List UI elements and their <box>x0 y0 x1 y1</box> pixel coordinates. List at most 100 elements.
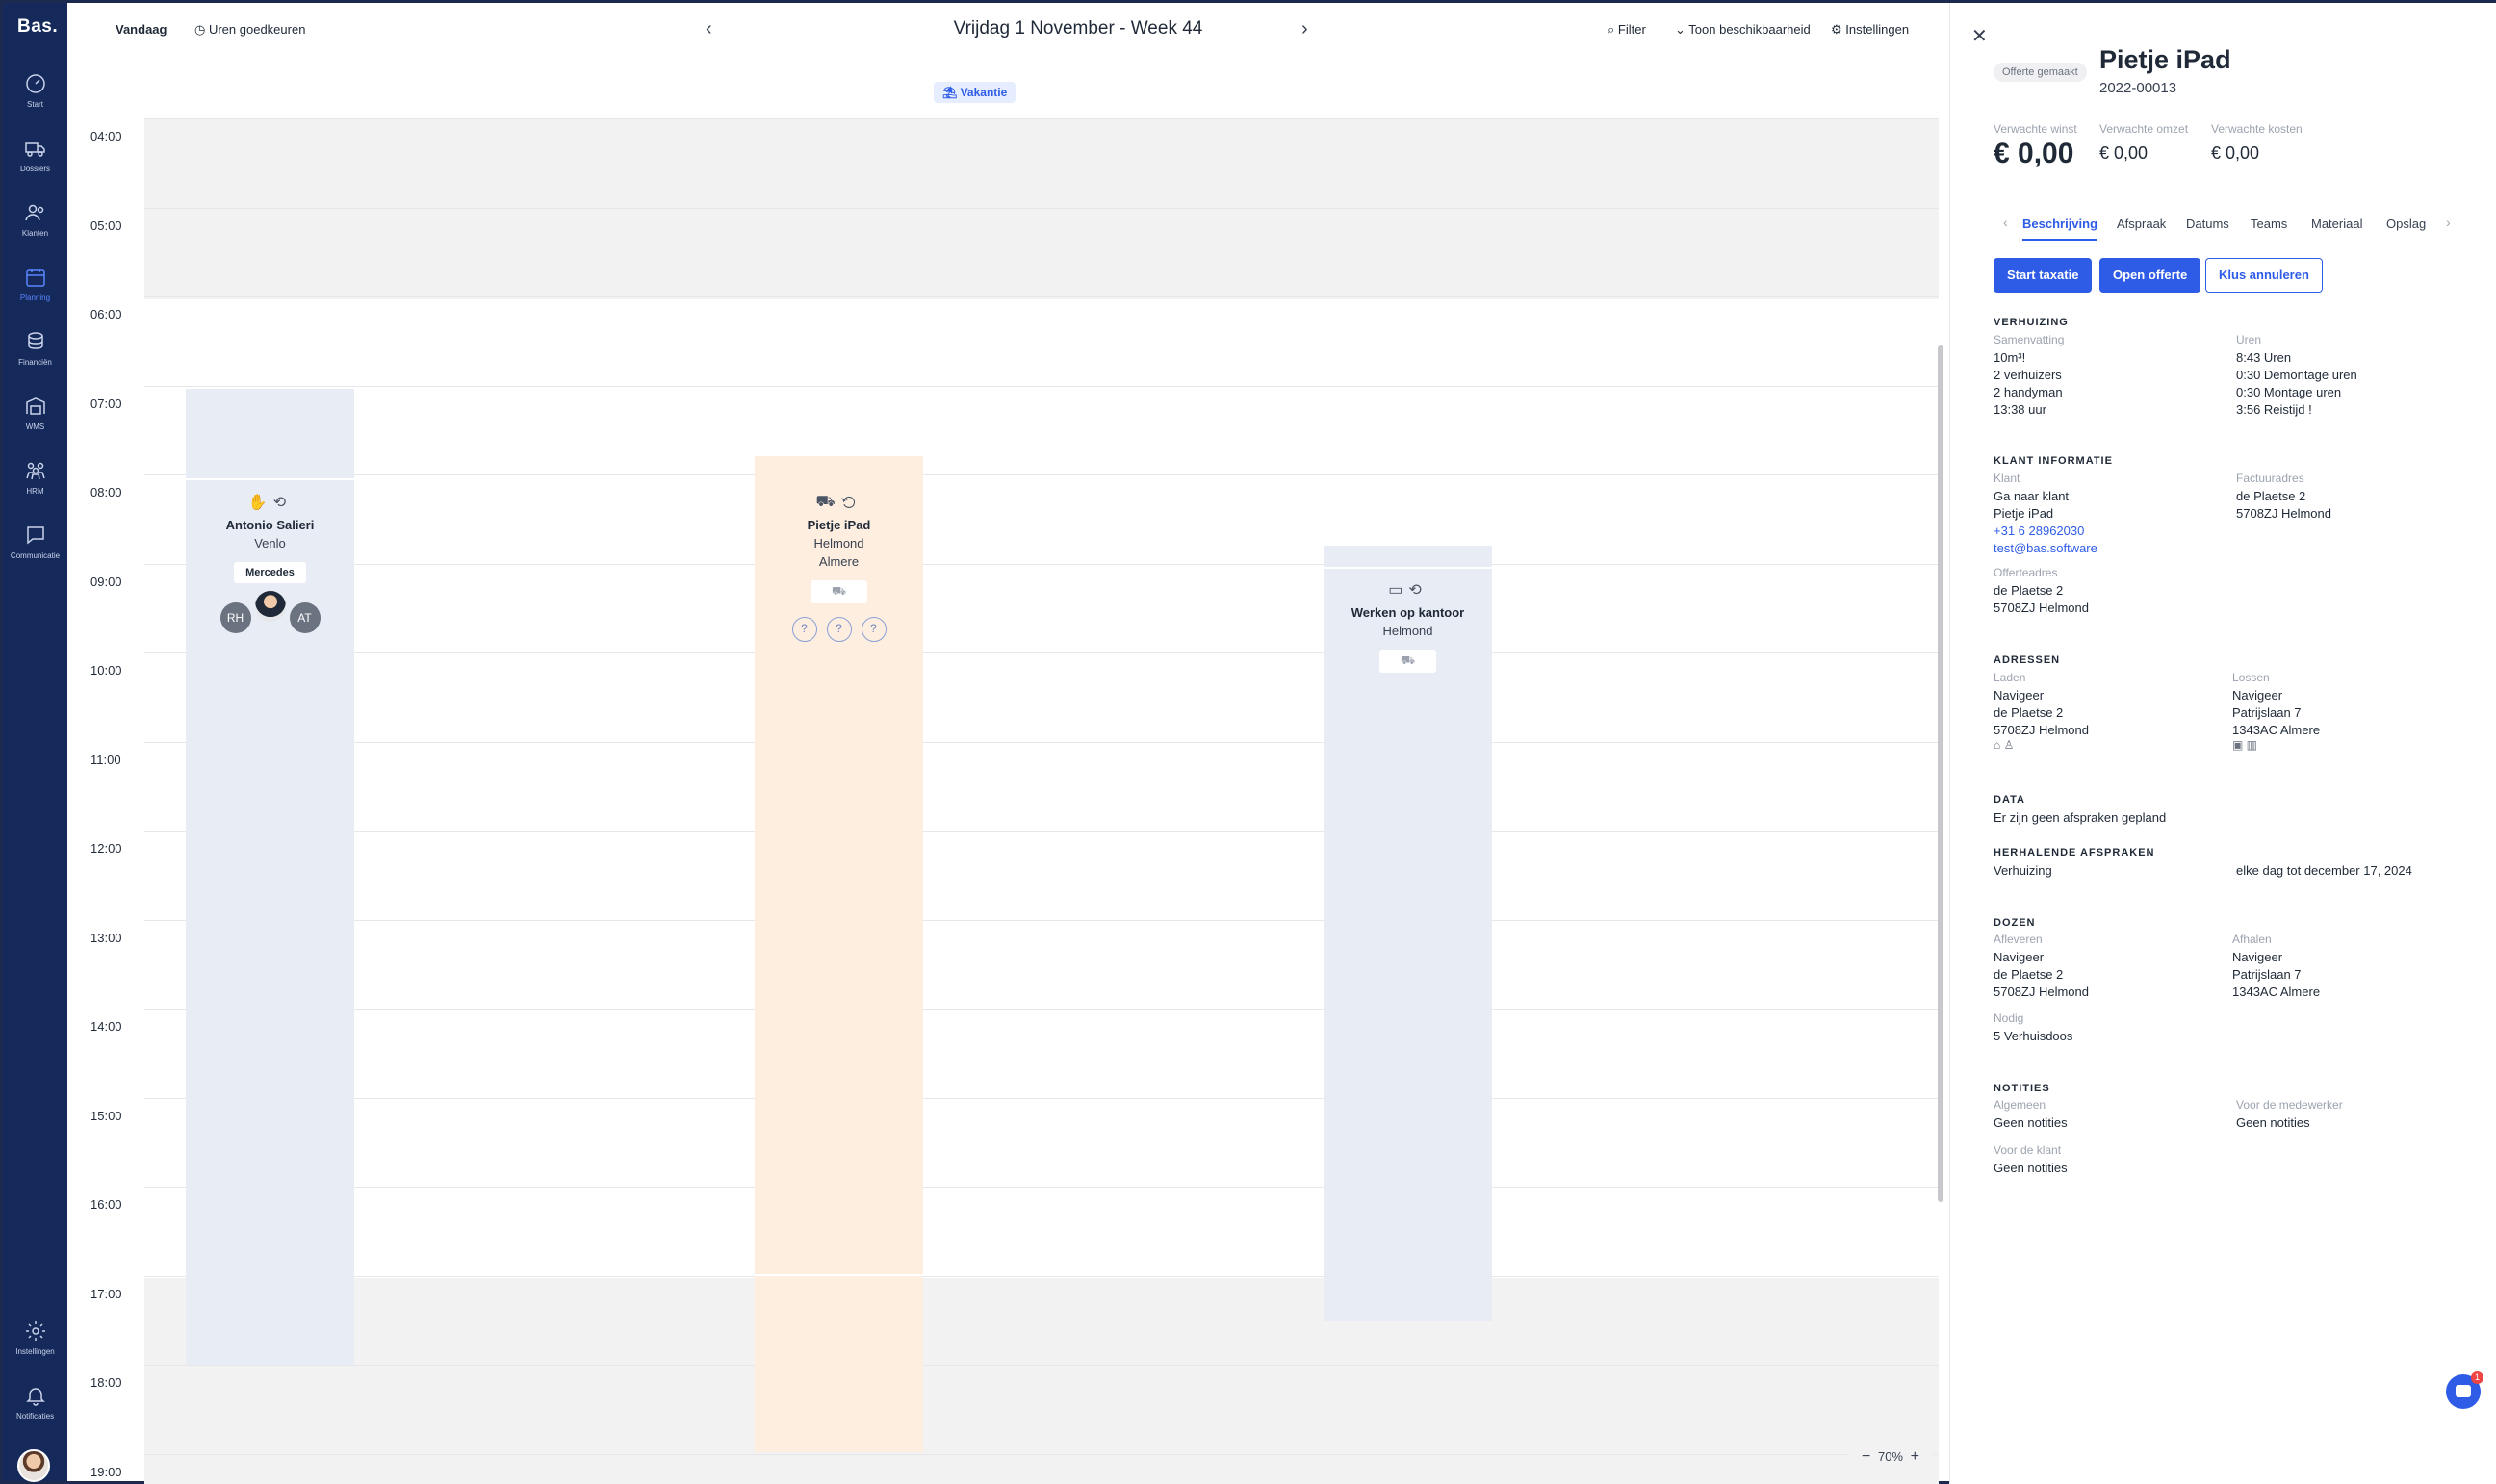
sidebar-item-communicatie[interactable]: Communicatie <box>3 524 67 577</box>
sidebar-item-financien[interactable]: Financiën <box>3 330 67 384</box>
zoom-control: − 70% + <box>1848 1443 1933 1471</box>
truck-icon <box>24 142 45 157</box>
hour-label: 06:00 <box>90 307 122 321</box>
start-taxatie-button[interactable]: Start taxatie <box>1994 258 2093 293</box>
section-title: DOZEN <box>1994 917 2036 929</box>
hour-label: 18:00 <box>90 1375 122 1390</box>
search-icon: ⌕ <box>1608 22 1618 37</box>
email-link[interactable]: test@bas.software <box>1994 540 2097 557</box>
sidebar: Bas. Start Dossiers Klanten Planning Fin… <box>3 3 67 1482</box>
availability-toggle[interactable]: ⌄ Toon beschikbaarheid <box>1675 22 1811 38</box>
open-offerte-button[interactable]: Open offerte <box>2099 258 2201 293</box>
sidebar-item-hrm[interactable]: HRM <box>3 459 67 513</box>
hour-gridline <box>144 652 1939 653</box>
user-avatar[interactable] <box>17 1449 50 1482</box>
settings-button[interactable]: ⚙ Instellingen <box>1831 22 1909 38</box>
avatar[interactable]: RH <box>219 602 251 633</box>
navigate-link[interactable]: Navigeer <box>1994 949 2044 966</box>
phone-link[interactable]: +31 6 28962030 <box>1994 523 2084 540</box>
klus-annuleren-button[interactable]: Klus annuleren <box>2205 258 2323 293</box>
warehouse-icon <box>25 397 45 415</box>
hour-gridline <box>144 1275 1939 1277</box>
tab-afspraak[interactable]: Afspraak <box>2117 217 2166 231</box>
hour-gridline <box>144 1009 1939 1010</box>
hour-label: 07:00 <box>90 396 122 411</box>
tab-opslag[interactable]: Opslag <box>2386 217 2426 231</box>
clock-icon: ◷ <box>194 22 209 37</box>
zoom-out-button[interactable]: − <box>1858 1448 1874 1465</box>
vehicle-slot[interactable]: ⛟ <box>810 580 868 603</box>
detail-panel: ✕ Offerte gemaakt Pietje iPad 2022-00013… <box>1949 3 2496 1484</box>
zoom-in-button[interactable]: + <box>1907 1448 1923 1465</box>
tab-datums[interactable]: Datums <box>2186 217 2229 231</box>
gauge-icon <box>25 74 45 93</box>
event-werken-op-kantoor[interactable]: ▭⟲ Werken op kantoor Helmond ⛟ <box>1324 546 1492 1321</box>
hour-label: 11:00 <box>90 752 121 767</box>
chevron-left-icon[interactable]: ‹ <box>2003 215 2008 230</box>
topbar: Vandaag ◷ Uren goedkeuren ‹ Vrijdag 1 No… <box>67 3 1949 57</box>
handshake-icon: ✋⟲ <box>247 495 293 511</box>
sidebar-item-wms[interactable]: WMS <box>3 395 67 448</box>
calendar-view: ⛱ Vakantie ✋⟲ Antonio Salieri Venlo Merc… <box>67 57 1949 1484</box>
hour-label: 09:00 <box>90 574 122 589</box>
hour-label: 10:00 <box>90 663 122 678</box>
goto-client-link[interactable]: Ga naar klant <box>1994 488 2069 505</box>
unassigned-person-icon[interactable]: ? <box>791 617 817 642</box>
tab-beschrijving[interactable]: Beschrijving <box>2022 217 2098 241</box>
truck-icon: ⛟⟲ <box>815 494 862 510</box>
close-icon[interactable]: ✕ <box>1971 24 1988 48</box>
section-title: VERHUIZING <box>1994 317 2069 328</box>
elevator-icon: ▣ ▥ <box>2232 738 2258 752</box>
unassigned-person-icon[interactable]: ? <box>826 617 852 642</box>
panel-title: Pietje iPad <box>2099 45 2231 74</box>
hour-label: 12:00 <box>90 841 122 856</box>
sidebar-item-start[interactable]: Start <box>3 72 67 126</box>
avatar[interactable]: AT <box>289 602 321 633</box>
calendar-grid[interactable] <box>144 118 1939 1484</box>
coins-icon <box>27 332 43 349</box>
scrollbar[interactable] <box>1938 345 1943 1202</box>
avatar[interactable] <box>254 591 286 622</box>
today-button[interactable]: Vandaag <box>116 22 167 37</box>
prev-day-button[interactable]: ‹ <box>706 18 712 40</box>
hour-gridline <box>144 1365 1939 1366</box>
sidebar-item-planning[interactable]: Planning <box>3 266 67 320</box>
event-antonio-salieri[interactable]: ✋⟲ Antonio Salieri Venlo Mercedes RH AT <box>186 389 354 1365</box>
sidebar-item-instellingen[interactable]: Instellingen <box>3 1319 67 1373</box>
tab-materiaal[interactable]: Materiaal <box>2311 217 2362 231</box>
hour-label: 17:00 <box>90 1286 122 1301</box>
next-day-button[interactable]: › <box>1301 18 1308 40</box>
hour-gridline <box>144 385 1939 387</box>
event-pietje-ipad[interactable]: ⛟⟲ Pietje iPad Helmond Almere ⛟ ??? <box>755 456 923 1452</box>
section-title: KLANT INFORMATIE <box>1994 455 2113 467</box>
hour-label: 13:00 <box>90 930 122 945</box>
users-icon <box>24 204 43 221</box>
hour-label: 16:00 <box>90 1197 122 1212</box>
hour-gridline <box>144 474 1939 475</box>
hour-gridline <box>144 741 1939 743</box>
navigate-link[interactable]: Navigeer <box>2232 687 2282 704</box>
chat-launcher-button[interactable]: 1 <box>2446 1371 2483 1409</box>
sidebar-item-notificaties[interactable]: Notificaties <box>3 1384 67 1438</box>
sidebar-item-dossiers[interactable]: Dossiers <box>3 137 67 191</box>
sidebar-item-klanten[interactable]: Klanten <box>3 201 67 255</box>
notification-badge: 1 <box>2471 1371 2483 1384</box>
hour-gridline <box>144 563 1939 565</box>
section-title: NOTITIES <box>1994 1083 2050 1094</box>
app-window: Bas. Start Dossiers Klanten Planning Fin… <box>0 0 2496 1484</box>
chevron-right-icon[interactable]: › <box>2446 215 2451 230</box>
hour-gridline <box>144 1187 1939 1188</box>
section-title: HERHALENDE AFSPRAKEN <box>1994 847 2155 858</box>
navigate-link[interactable]: Navigeer <box>1994 687 2044 704</box>
filter-button[interactable]: ⌕ Filter <box>1608 22 1646 38</box>
vacation-badge[interactable]: ⛱ Vakantie <box>934 82 1016 103</box>
tab-teams[interactable]: Teams <box>2251 217 2287 231</box>
approve-hours-button[interactable]: ◷ Uren goedkeuren <box>194 22 305 38</box>
navigate-link[interactable]: Navigeer <box>2232 949 2282 966</box>
logo: Bas. <box>17 16 59 37</box>
vehicle-slot[interactable]: ⛟ <box>1378 650 1437 673</box>
unassigned-person-icon[interactable]: ? <box>861 617 887 642</box>
gear-icon <box>25 1321 45 1341</box>
off-hours-shade <box>144 118 1939 299</box>
hour-gridline <box>144 207 1939 209</box>
